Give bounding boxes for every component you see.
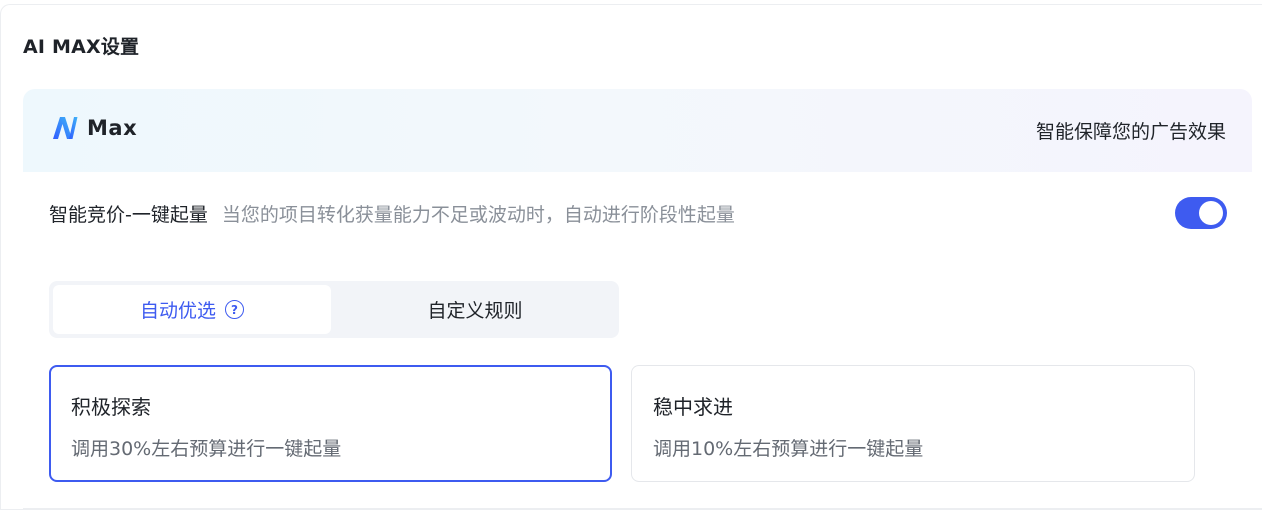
- ai-max-banner: Max 智能保障您的广告效果: [23, 89, 1252, 172]
- option-active-explore[interactable]: 积极探索 调用30%左右预算进行一键起量: [49, 365, 612, 482]
- option-description: 调用10%左右预算进行一键起量: [653, 438, 924, 460]
- tab-auto-select[interactable]: 自动优选 ?: [53, 285, 331, 334]
- tab-auto-select-label: 自动优选: [139, 300, 216, 322]
- tab-custom-rules[interactable]: 自定义规则: [335, 285, 615, 334]
- section-title: AI MAX设置: [23, 36, 140, 58]
- feature-title: 智能竞价-一键起量: [49, 204, 208, 226]
- banner-slogan: 智能保障您的广告效果: [1035, 121, 1226, 143]
- mode-tabs: 自动优选 ? 自定义规则: [49, 281, 619, 338]
- feature-description: 当您的项目转化获量能力不足或波动时，自动进行阶段性起量: [221, 204, 735, 226]
- ai-logo-icon: [53, 117, 78, 139]
- logo-text: Max: [87, 116, 138, 140]
- divider: [23, 508, 1262, 509]
- ai-max-logo: Max: [52, 116, 137, 140]
- option-steady-progress[interactable]: 稳中求进 调用10%左右预算进行一键起量: [631, 365, 1195, 482]
- option-description: 调用30%左右预算进行一键起量: [71, 438, 342, 460]
- option-title: 稳中求进: [653, 395, 733, 419]
- option-title: 积极探索: [71, 395, 151, 419]
- question-circle-icon[interactable]: ?: [225, 300, 244, 319]
- smart-bidding-toggle[interactable]: [1175, 197, 1227, 229]
- tab-custom-rules-label: 自定义规则: [427, 300, 523, 322]
- feature-row: 智能竞价-一键起量 当您的项目转化获量能力不足或波动时，自动进行阶段性起量: [49, 200, 735, 227]
- toggle-knob: [1199, 201, 1223, 225]
